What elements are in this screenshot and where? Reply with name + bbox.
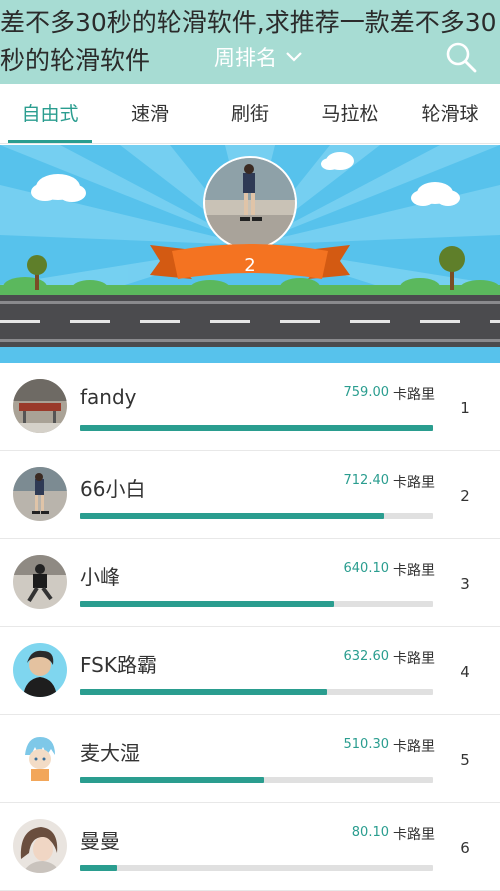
- progress-fill: [80, 777, 264, 783]
- top-user-rank: 2: [244, 255, 256, 276]
- user-name: 小峰: [80, 565, 120, 589]
- list-item[interactable]: 曼曼 80.10 卡路里 6: [0, 803, 500, 891]
- avatar: [13, 643, 67, 697]
- rank-number: 1: [460, 399, 470, 417]
- calorie-unit: 卡路里: [393, 563, 435, 579]
- list-item[interactable]: FSK路霸 632.60 卡路里 4: [0, 627, 500, 715]
- user-name: 曼曼: [80, 829, 120, 853]
- tab-speed-skating[interactable]: 速滑: [100, 84, 200, 143]
- calorie-unit: 卡路里: [393, 827, 435, 843]
- tab-marathon[interactable]: 马拉松: [300, 84, 400, 143]
- list-item[interactable]: 麦大湿 510.30 卡路里 5: [0, 715, 500, 803]
- calorie-unit: 卡路里: [393, 475, 435, 491]
- tab-freestyle[interactable]: 自由式: [0, 84, 100, 143]
- avatar: [13, 819, 67, 873]
- progress-fill: [80, 513, 384, 519]
- progress-fill: [80, 865, 118, 871]
- rank-number: 2: [460, 487, 470, 505]
- top-bar: 差不多30秒的轮滑软件,求推荐一款差不多30 秒的轮滑软件 周排名: [0, 0, 500, 84]
- calorie-value: 640.10: [343, 561, 390, 576]
- calorie-value: 510.30: [343, 737, 390, 752]
- calorie-unit: 卡路里: [393, 739, 435, 755]
- banner-illustration: [0, 145, 500, 363]
- user-name: 66小白: [80, 477, 146, 501]
- calorie-unit: 卡路里: [393, 387, 435, 403]
- rank-number: 6: [460, 839, 470, 857]
- calorie-value: 759.00: [343, 385, 390, 400]
- avatar: [13, 555, 67, 609]
- list-item[interactable]: fandy 759.00 卡路里 1: [0, 363, 500, 451]
- progress-fill: [80, 689, 328, 695]
- leaderboard-list: fandy 759.00 卡路里 1 66小白 712.40 卡路里 2 小峰 …: [0, 363, 500, 891]
- rank-number: 3: [460, 575, 470, 593]
- tab-roller-hockey[interactable]: 轮滑球: [400, 84, 500, 143]
- list-item[interactable]: 小峰 640.10 卡路里 3: [0, 539, 500, 627]
- progress-bar: [80, 601, 433, 607]
- avatar: [13, 379, 67, 433]
- progress-fill: [80, 601, 335, 607]
- calorie-unit: 卡路里: [393, 651, 435, 667]
- progress-bar: [80, 777, 433, 783]
- calorie-value: 712.40: [343, 473, 390, 488]
- user-name: fandy: [80, 385, 137, 409]
- calorie-value: 80.10: [351, 825, 389, 840]
- avatar: [13, 467, 67, 521]
- tab-street[interactable]: 刷街: [200, 84, 300, 143]
- category-tabs: 自由式 速滑 刷街 马拉松 轮滑球: [0, 84, 500, 144]
- progress-bar: [80, 513, 433, 519]
- overlay-title-text: 差不多30秒的轮滑软件,求推荐一款差不多30 秒的轮滑软件: [0, 8, 497, 75]
- progress-bar: [80, 689, 433, 695]
- progress-bar: [80, 425, 433, 431]
- rank-number: 4: [460, 663, 470, 681]
- progress-fill: [80, 425, 433, 431]
- progress-bar: [80, 865, 433, 871]
- user-name: 麦大湿: [80, 741, 140, 765]
- avatar: [13, 731, 67, 785]
- rank-number: 5: [460, 751, 470, 769]
- list-item[interactable]: 66小白 712.40 卡路里 2: [0, 451, 500, 539]
- user-name: FSK路霸: [80, 653, 157, 677]
- calorie-value: 632.60: [343, 649, 390, 664]
- top-user-banner: 2: [0, 145, 500, 363]
